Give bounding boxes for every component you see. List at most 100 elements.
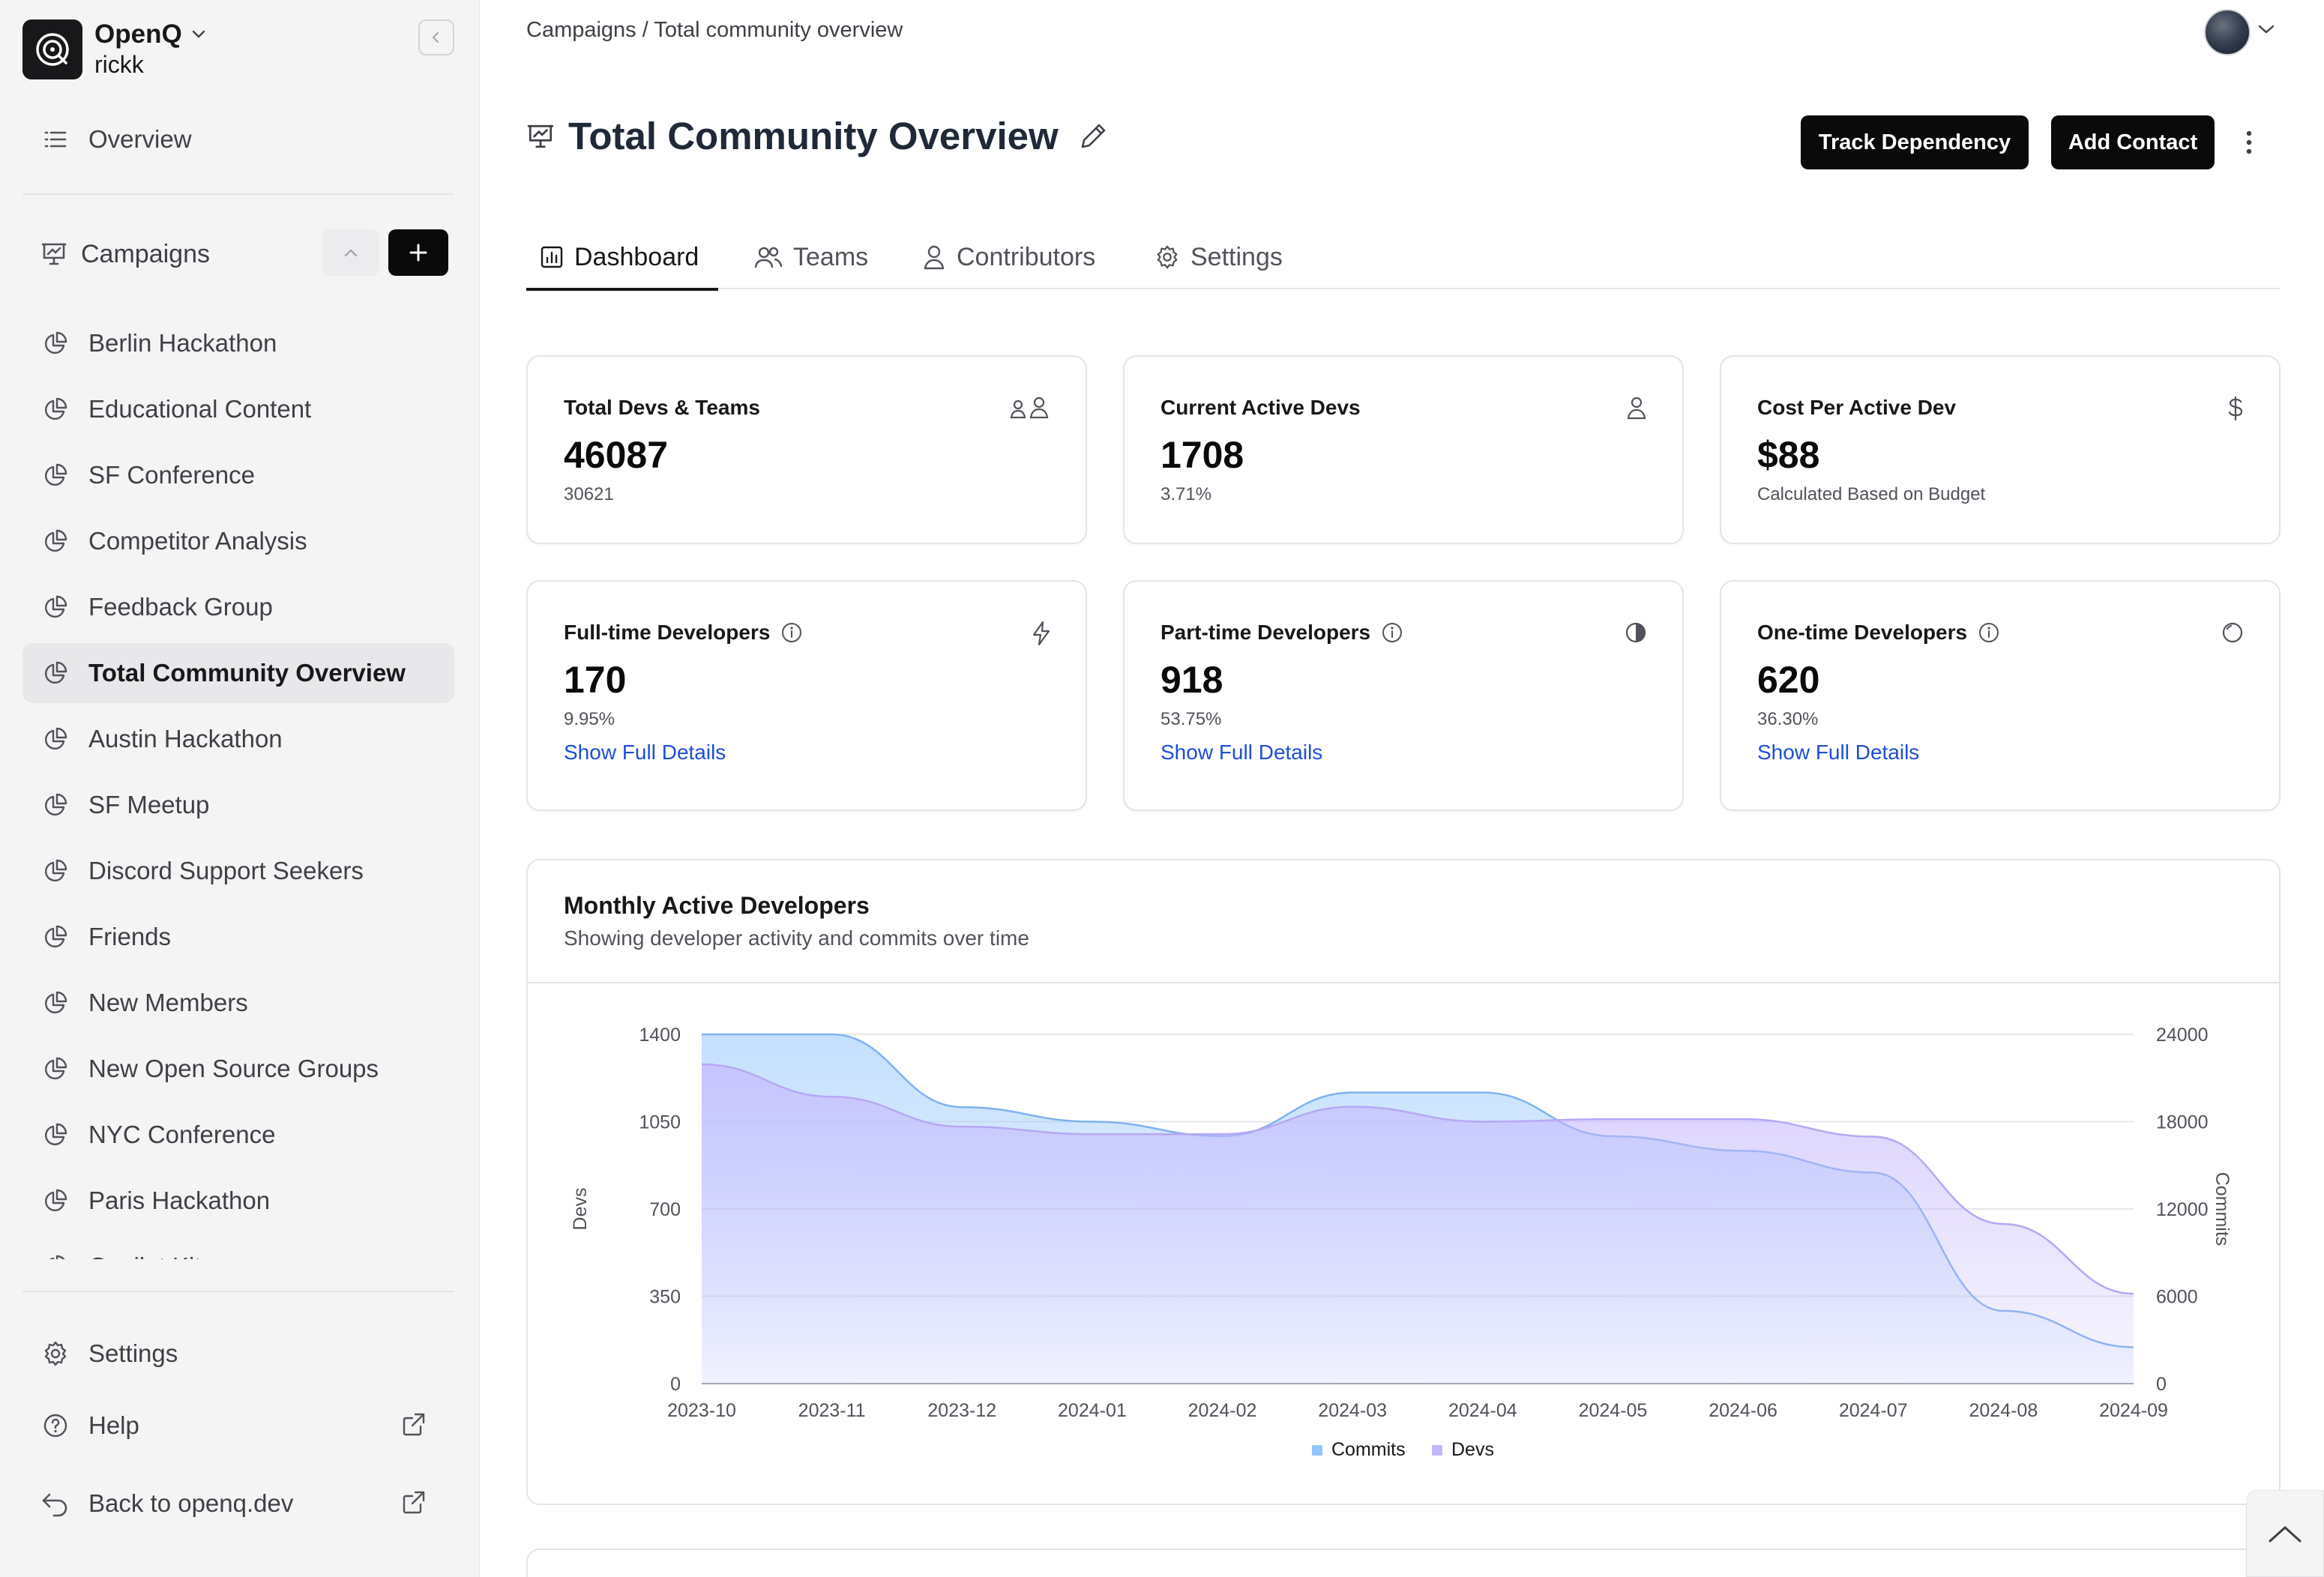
sidebar-campaign-item[interactable]: New Members [22,973,454,1033]
circle-icon [2221,621,2245,645]
pencil-icon[interactable] [1078,121,1108,151]
stat-card-fulltime: Full-time Developers 170 9.95% Show Full… [526,580,1087,811]
collapse-sidebar-button[interactable] [418,19,454,55]
external-link-icon [403,1413,425,1436]
y-tick-label: 1400 [639,1025,681,1046]
stat-subtext: Calculated Based on Budget [1757,484,1986,504]
y-tick-label: 1050 [639,1112,681,1133]
stat-subtext: 3.71% [1161,484,1212,504]
tab-settings[interactable]: Settings [1155,225,1283,289]
sidebar-campaign-item[interactable]: SF Conference [22,445,454,505]
tab-label: Contributors [957,242,1096,271]
stat-card-active-devs: Current Active Devs 1708 3.71% [1123,355,1684,544]
stat-value: 46087 [564,434,669,476]
org-user: rickk [94,51,144,78]
sidebar-campaign-item[interactable]: Austin Hackathon [22,709,454,769]
sidebar-campaign-item[interactable]: Berlin Hackathon [22,313,454,373]
show-full-details-link[interactable]: Show Full Details [1757,741,1919,765]
list-icon [40,124,70,154]
sidebar-campaign-item[interactable]: Discord Support Seekers [22,841,454,901]
tab-label: Dashboard [574,242,699,271]
stat-title: Full-time Developers [564,621,771,644]
y-tick-label: 700 [649,1199,681,1220]
presentation-chart-icon [527,124,554,148]
sidebar-campaign-item[interactable]: Paris Hackathon [22,1171,454,1231]
legend-swatch-commits [1312,1445,1322,1456]
y-right-tick-label: 12000 [2156,1199,2209,1220]
info-icon[interactable] [1381,621,1403,644]
tab-dashboard[interactable]: Dashboard [526,225,718,291]
sidebar-campaign-item[interactable]: Feedback Group [22,577,454,637]
track-dependency-button[interactable]: Track Dependency [1801,115,2029,169]
sidebar-campaign-label: New Members [88,989,248,1016]
stat-card-parttime: Part-time Developers 918 53.75% Show Ful… [1123,580,1684,811]
stat-title: Total Devs & Teams [564,396,760,419]
sidebar-campaign-item[interactable]: Total Community Overview [22,643,454,703]
org-switcher[interactable]: OpenQ rickk [22,19,206,79]
pie-chart-icon [40,1186,70,1216]
user-icon [922,244,946,270]
stat-subtext: 9.95% [564,709,615,729]
sidebar-campaign-item[interactable]: SF Meetup [22,775,454,835]
monthly-active-developers-card: Monthly Active Developers Showing develo… [526,859,2281,1505]
collapse-campaigns-button[interactable] [322,229,379,276]
legend-label-commits: Commits [1331,1439,1406,1460]
sidebar-campaign-label: SF Conference [88,461,255,489]
pie-chart-icon [40,658,70,688]
sidebar-campaign-label: Discord Support Seekers [88,857,364,884]
gear-icon [40,1339,70,1369]
legend-swatch-devs [1432,1445,1442,1456]
stat-title: Cost Per Active Dev [1757,396,1957,419]
stat-value: 918 [1161,659,1223,701]
x-tick-label: 2024-05 [1579,1400,1648,1421]
y-right-tick-label: 24000 [2156,1025,2209,1046]
sidebar-campaign-item[interactable]: Copilot Kit [22,1237,454,1259]
sidebar-campaign-label: Copilot Kit [88,1252,201,1259]
sidebar: OpenQ rickk Overview Campaigns Berlin Ha… [0,0,480,1577]
y-right-tick-label: 18000 [2156,1112,2209,1133]
show-full-details-link[interactable]: Show Full Details [564,741,726,765]
sidebar-campaign-item[interactable]: Educational Content [22,379,454,439]
sidebar-campaign-label: Austin Hackathon [88,725,283,753]
pie-chart-icon [40,1120,70,1150]
sidebar-campaign-label: New Open Source Groups [88,1055,379,1082]
gear-icon [1155,244,1180,270]
pie-chart-icon [40,1252,70,1259]
scroll-to-top-button[interactable] [2246,1490,2324,1577]
breadcrumb[interactable]: Campaigns / Total community overview [526,18,903,43]
stat-value: $88 [1757,434,1820,476]
info-icon[interactable] [780,621,803,644]
sidebar-campaign-item[interactable]: NYC Conference [22,1105,454,1165]
stat-subtext: 36.30% [1757,709,1819,729]
sidebar-campaign-item[interactable]: Competitor Analysis [22,511,454,571]
more-options-button[interactable] [2234,126,2264,159]
sidebar-item-back-to-openq[interactable]: Back to openq.dev [22,1474,454,1534]
users-icon [1008,396,1051,420]
sidebar-item-settings[interactable]: Settings [22,1324,454,1384]
chevron-up-icon [2269,1526,2302,1543]
x-tick-label: 2024-01 [1058,1400,1127,1421]
sidebar-item-label: Back to openq.dev [88,1489,294,1517]
chevron-up-icon [344,249,358,257]
sidebar-campaign-label: Friends [88,923,172,950]
sidebar-campaign-item[interactable]: New Open Source Groups [22,1039,454,1099]
sidebar-campaign-label: Paris Hackathon [88,1186,271,1214]
pie-chart-icon [40,592,70,622]
show-full-details-link[interactable]: Show Full Details [1161,741,1322,765]
tab-bar: Dashboard Teams Contributors Settings [526,225,2281,291]
info-icon[interactable] [1978,621,2000,644]
stat-value: 1708 [1161,434,1244,476]
sidebar-item-overview[interactable]: Overview [22,109,454,169]
tab-contributors[interactable]: Contributors [922,225,1095,289]
org-name: OpenQ [94,19,182,49]
tab-teams[interactable]: Teams [754,225,868,289]
chevron-down-icon[interactable] [2257,22,2276,36]
avatar[interactable] [2204,9,2251,55]
add-campaign-button[interactable] [388,229,448,276]
stat-title: Part-time Developers [1161,621,1371,644]
add-contact-button[interactable]: Add Contact [2051,115,2215,169]
sidebar-campaign-item[interactable]: Friends [22,907,454,967]
sidebar-item-help[interactable]: Help [22,1396,454,1456]
campaigns-section-header[interactable]: Campaigns [22,229,454,279]
pie-chart-icon [40,988,70,1018]
